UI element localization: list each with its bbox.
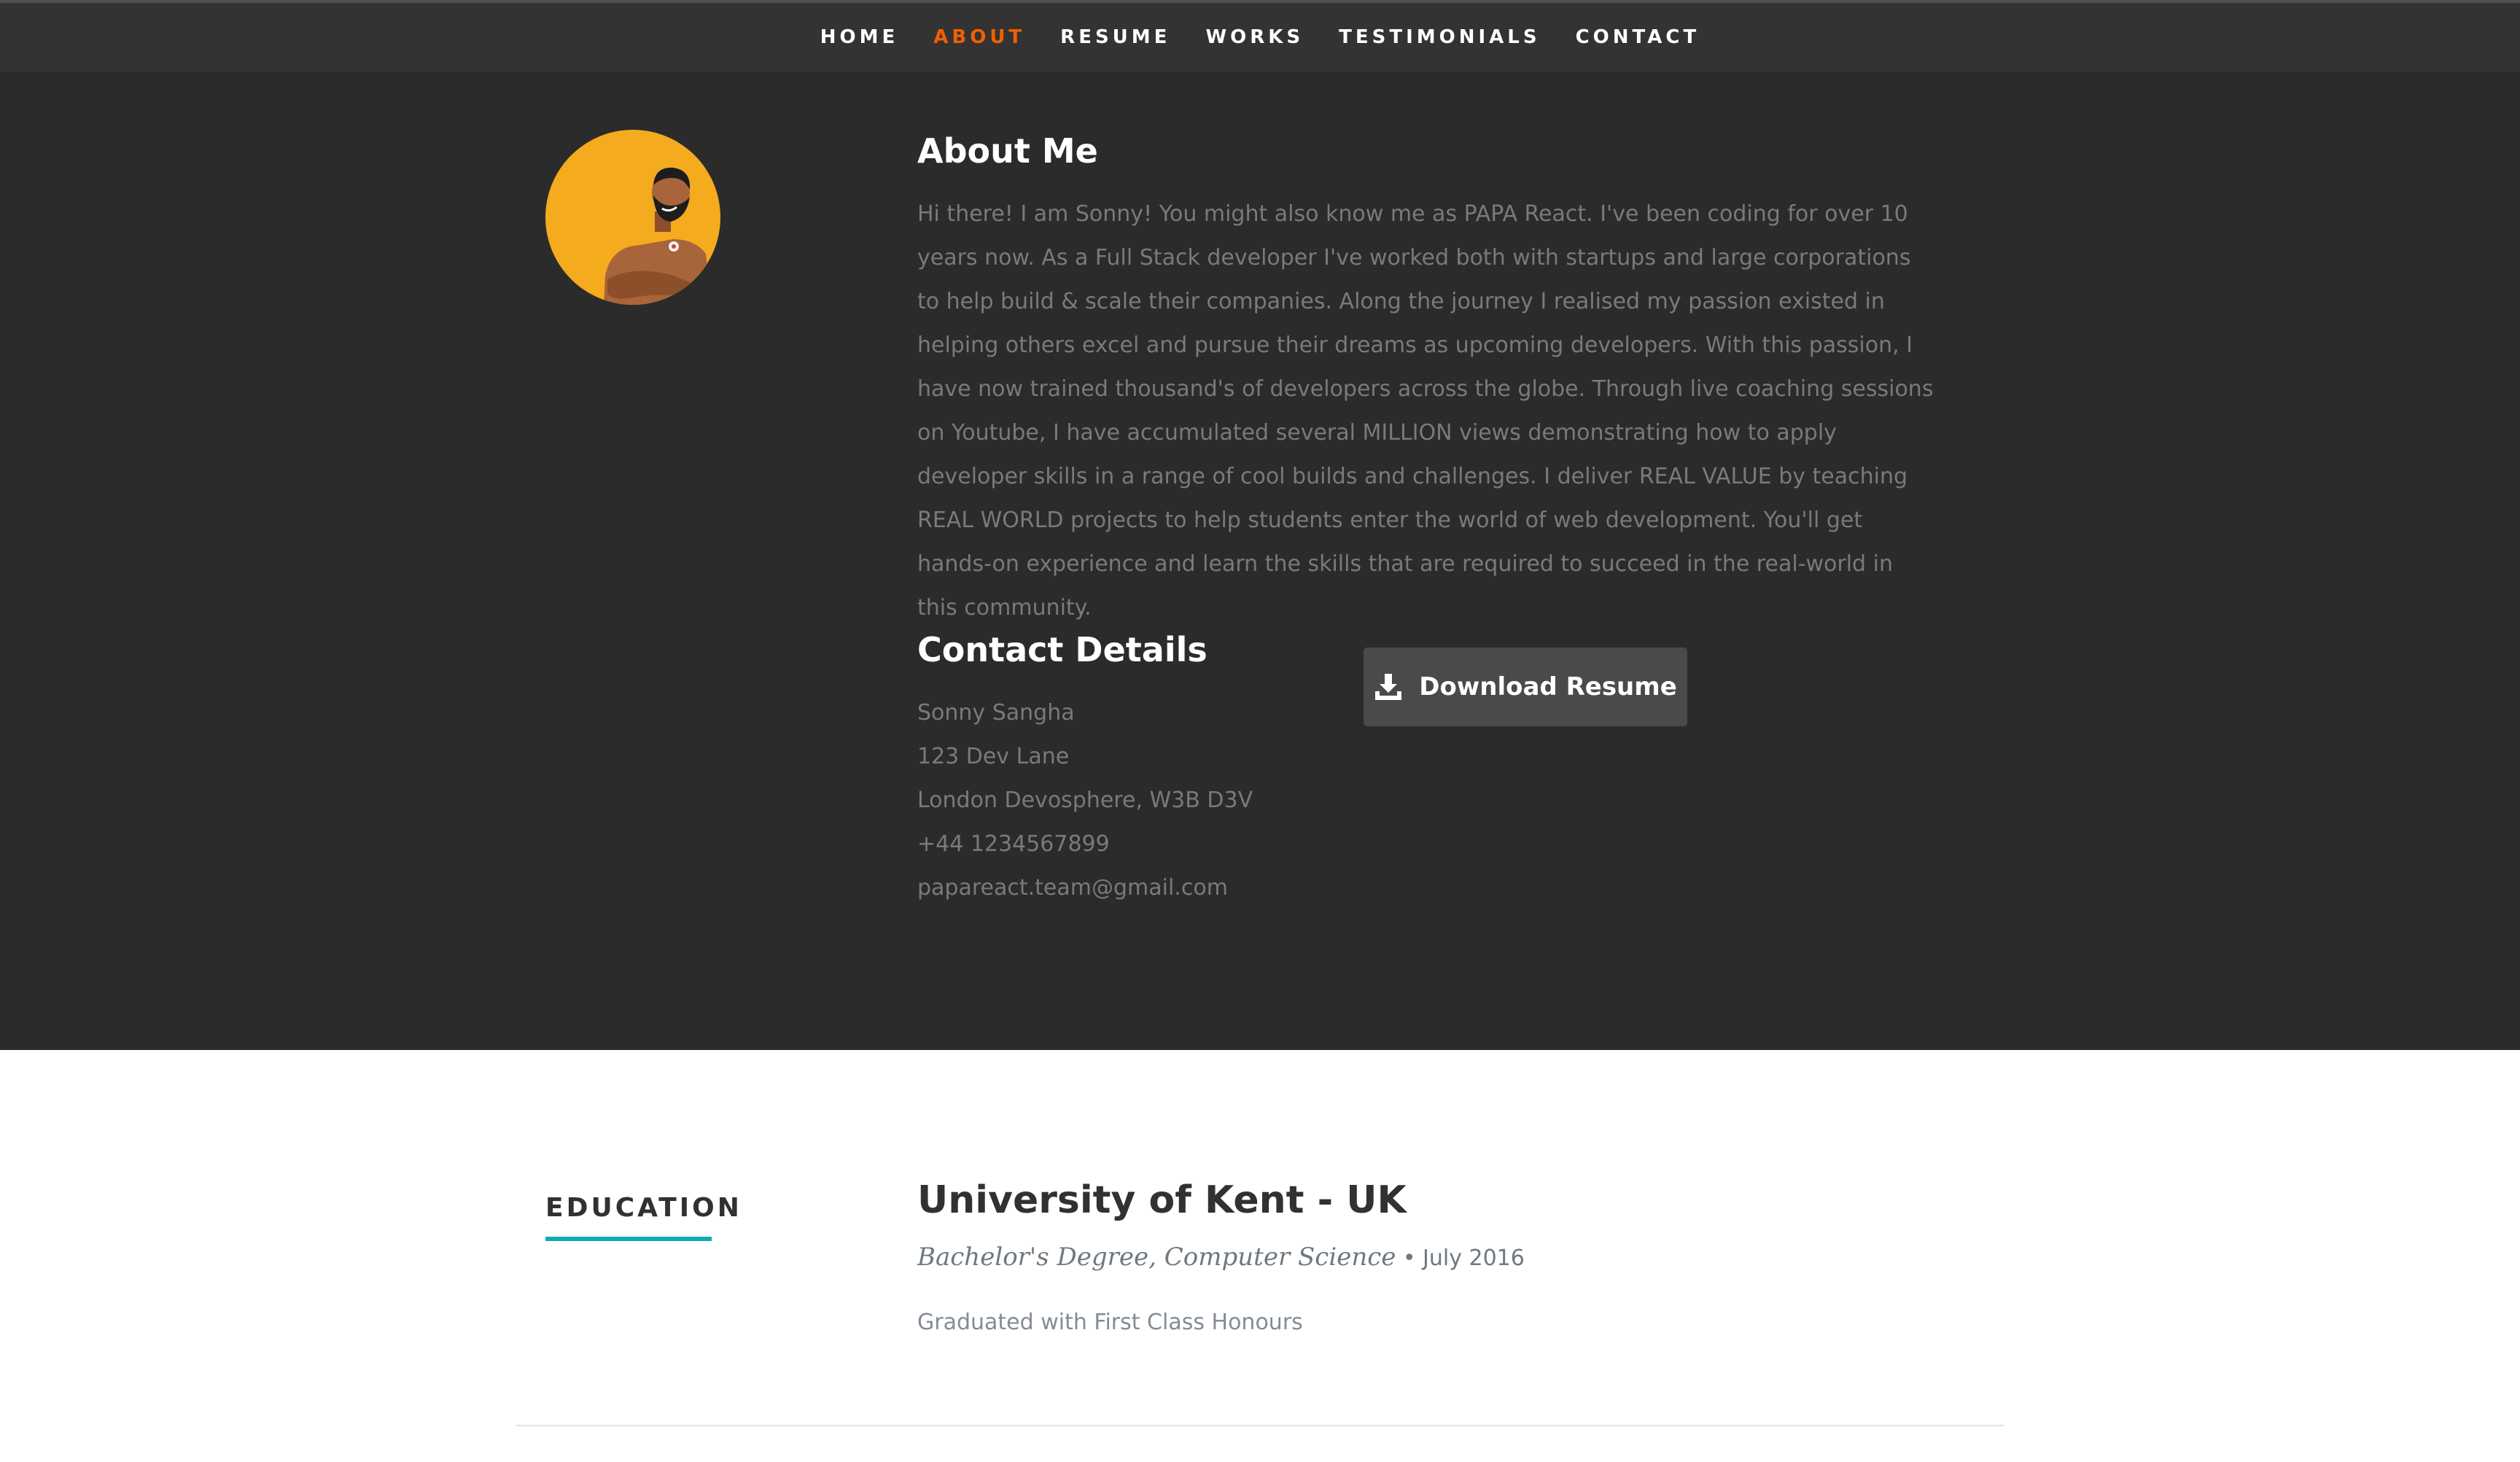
contact-city: London Devosphere, W3B D3V [917, 788, 1253, 813]
education-date: July 2016 [1423, 1245, 1525, 1271]
contact-details: Sonny Sangha 123 Dev Lane London Devosph… [917, 691, 1253, 910]
about-section: About Me Hi there! I am Sonny! You might… [0, 71, 2520, 1050]
contact-phone[interactable]: +44 1234567899 [917, 823, 1253, 866]
education-description: Graduated with First Class Honours [917, 1310, 1303, 1335]
person-illustration-icon [604, 167, 712, 305]
contact-title: Contact Details [917, 630, 1208, 669]
nav-resume[interactable]: RESUME [1060, 26, 1170, 48]
nav-testimonials[interactable]: TESTIMONIALS [1339, 26, 1540, 48]
nav-works[interactable]: WORKS [1205, 26, 1304, 48]
nav-home[interactable]: HOME [820, 26, 899, 48]
about-title: About Me [917, 131, 1098, 171]
nav-contact[interactable]: CONTACT [1576, 26, 1700, 48]
education-bullet: • [1402, 1245, 1416, 1271]
education-degree: Bachelor's Degree, Computer Science [917, 1243, 1396, 1272]
contact-email[interactable]: papareact.team@gmail.com [917, 866, 1253, 910]
education-label-underline [545, 1237, 712, 1241]
top-navigation: HOME ABOUT RESUME WORKS TESTIMONIALS CON… [0, 3, 2520, 71]
download-resume-button[interactable]: Download Resume [1364, 648, 1687, 726]
contact-street: 123 Dev Lane [917, 744, 1070, 769]
education-section-label: EDUCATION [545, 1193, 742, 1223]
download-resume-label: Download Resume [1419, 672, 1677, 701]
education-school: University of Kent - UK [917, 1178, 1407, 1222]
download-icon [1375, 674, 1402, 700]
education-info: Bachelor's Degree, Computer Science • Ju… [917, 1243, 1525, 1272]
about-description: Hi there! I am Sonny! You might also kno… [917, 201, 1934, 621]
section-divider [516, 1425, 2004, 1426]
nav-about[interactable]: ABOUT [933, 26, 1025, 48]
profile-avatar [545, 130, 720, 305]
contact-name: Sonny Sangha [917, 700, 1075, 726]
